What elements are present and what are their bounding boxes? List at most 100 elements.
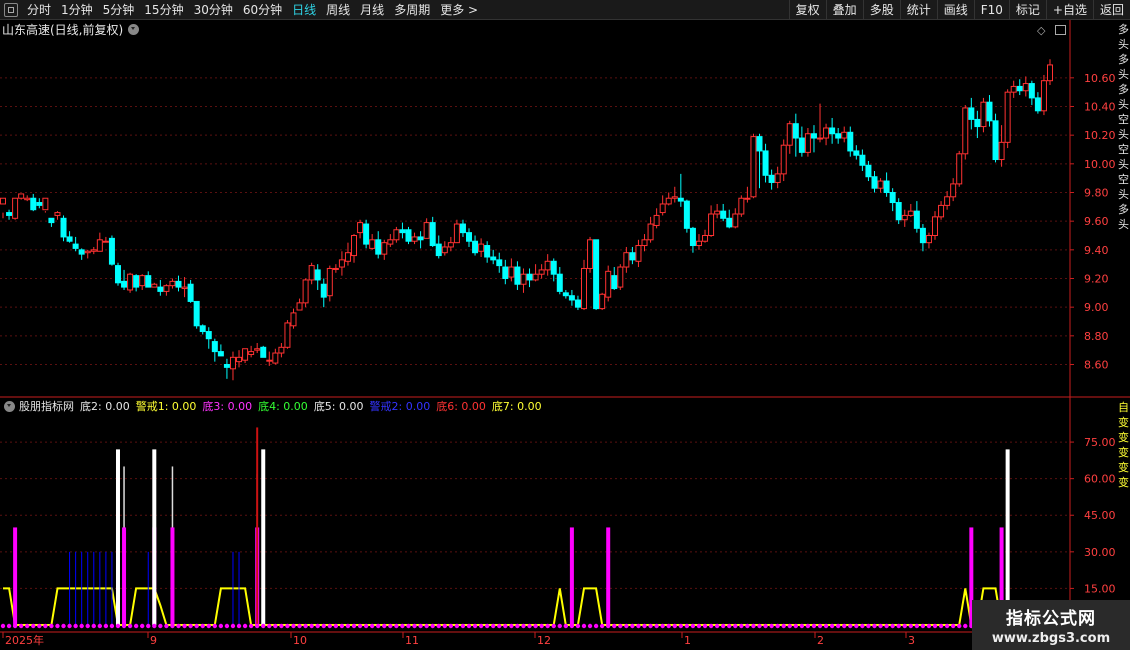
baseline-dot: [920, 623, 926, 629]
candle-body: [338, 259, 345, 268]
period-tab-1[interactable]: 1分钟: [56, 0, 98, 20]
indicator-item-2: 底3: 0.00: [202, 400, 253, 413]
period-tab-10[interactable]: 更多 >: [435, 0, 483, 20]
candle-body: [211, 341, 218, 353]
candle-body: [187, 283, 194, 302]
indicator-tick-label: 15.00: [1084, 582, 1116, 595]
baseline-dot: [944, 623, 950, 629]
baseline-dot: [866, 623, 871, 629]
candle-body: [145, 275, 152, 288]
candle-body: [381, 242, 388, 255]
indicator-item-6: 底6: 0.00: [436, 400, 486, 413]
candle-body: [944, 196, 951, 206]
baseline-dot: [61, 623, 66, 629]
period-tab-9[interactable]: 多周期: [389, 0, 435, 20]
baseline-dot: [67, 623, 72, 629]
baseline-dot: [606, 623, 611, 629]
candle-body: [883, 180, 890, 194]
indicator-name: 股朋指标网: [19, 400, 74, 413]
magenta-signal-bar: [606, 527, 611, 625]
candle-body: [847, 131, 854, 152]
period-tab-7[interactable]: 周线: [321, 0, 355, 20]
baseline-dot: [164, 623, 169, 629]
period-tab-5[interactable]: 60分钟: [238, 0, 287, 20]
candle-body: [30, 197, 37, 211]
baseline-dot: [49, 623, 54, 629]
watermark-title: 指标公式网: [1006, 609, 1096, 629]
tool-button-7[interactable]: +自选: [1045, 0, 1093, 20]
baseline-dot: [418, 623, 423, 629]
baseline-dot: [727, 623, 732, 629]
tool-button-6[interactable]: 标记: [1008, 0, 1046, 20]
period-tab-0[interactable]: 分时: [22, 0, 56, 20]
candle-body: [260, 346, 267, 358]
period-tab-3[interactable]: 15分钟: [139, 0, 188, 20]
baseline-dot: [115, 623, 121, 629]
candle-body: [466, 232, 473, 242]
window-icon[interactable]: [4, 2, 18, 17]
blue-signal-bar: [81, 551, 83, 625]
baseline-dot: [218, 623, 224, 629]
tool-button-0[interactable]: 复权: [788, 0, 826, 20]
baseline-dot: [25, 623, 30, 629]
candle-body: [635, 245, 642, 262]
candle-body: [48, 217, 55, 224]
candle-body: [490, 256, 497, 261]
period-tab-4[interactable]: 30分钟: [189, 0, 238, 20]
candle-body: [865, 164, 872, 178]
baseline-dot: [224, 623, 230, 629]
baseline-dot: [285, 623, 290, 629]
candle-body: [1047, 64, 1053, 82]
baseline-dot: [854, 623, 859, 629]
blue-signal-bar: [232, 551, 234, 625]
candle-body: [344, 252, 351, 262]
period-tab-8[interactable]: 月线: [355, 0, 389, 20]
baseline-dot: [382, 623, 387, 629]
period-tab-6[interactable]: 日线: [287, 0, 321, 20]
baseline-dot: [478, 623, 484, 629]
baseline-dot: [279, 623, 284, 629]
tool-button-3[interactable]: 统计: [899, 0, 937, 20]
kline-chart[interactable]: 10.60 10.40 10.20 10.00 9.80 9.60 9.40 9.20 9.00…: [0, 20, 1130, 650]
tool-button-2[interactable]: 多股: [862, 0, 900, 20]
candle-body: [738, 197, 745, 215]
tool-button-4[interactable]: 画线: [936, 0, 974, 20]
candle-body: [544, 260, 551, 271]
price-tick-label: 10.20: [1084, 129, 1116, 142]
indicator-tick-label: 75.00: [1084, 436, 1116, 449]
baseline-dot: [963, 623, 968, 629]
candle-body: [139, 275, 146, 287]
baseline-dot: [569, 623, 575, 629]
baseline-dot: [291, 623, 296, 629]
candle-body: [550, 260, 557, 275]
candle-body: [369, 239, 376, 249]
baseline-dot: [545, 623, 550, 629]
baseline-dot: [957, 623, 962, 629]
candle-body: [199, 325, 206, 333]
candle-body: [405, 229, 412, 242]
baseline-dot: [200, 623, 205, 629]
candle-body: [532, 273, 539, 281]
chevron-down-icon[interactable]: [4, 400, 15, 412]
baseline-dot: [787, 623, 792, 629]
candle-body: [108, 237, 115, 265]
candle-body: [24, 197, 31, 201]
baseline-dot: [896, 623, 901, 629]
tool-button-8[interactable]: 返回: [1092, 0, 1130, 20]
period-tabs: 分时 1分钟 5分钟 15分钟 30分钟 60分钟 日线 周线 月线 多周期 更多 >: [22, 0, 483, 20]
baseline-dot: [472, 623, 478, 629]
tool-button-5[interactable]: F10: [973, 0, 1009, 20]
candle-body: [829, 127, 836, 135]
blue-signal-bar: [238, 551, 240, 625]
tool-button-1[interactable]: 叠加: [825, 0, 863, 20]
baseline-dot: [775, 623, 780, 629]
baseline-dot: [267, 623, 272, 629]
candle-body: [938, 204, 945, 218]
candle-body: [254, 348, 261, 351]
candle-body: [762, 150, 769, 176]
baseline-dot: [757, 623, 762, 629]
period-tab-2[interactable]: 5分钟: [98, 0, 140, 20]
price-tick-label: 8.80: [1084, 330, 1109, 343]
baseline-dot: [194, 623, 199, 629]
baseline-dot: [121, 623, 127, 629]
